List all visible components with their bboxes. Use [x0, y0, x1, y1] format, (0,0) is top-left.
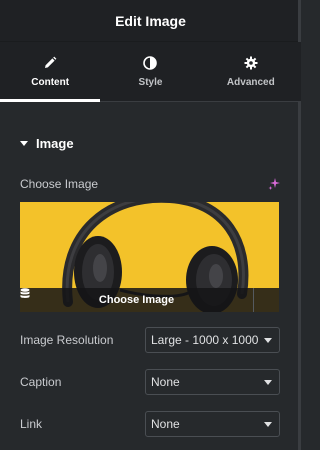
tab-content[interactable]: Content	[0, 42, 101, 102]
field-caption: Caption None	[20, 369, 280, 395]
caption-label: Caption	[20, 375, 62, 389]
panel-header: Edit Image	[0, 0, 301, 42]
panel-scroll-edge	[298, 102, 301, 450]
choose-image-label: Choose Image	[20, 177, 99, 191]
image-preview[interactable]: Choose Image	[20, 202, 279, 312]
panel-title: Edit Image	[115, 12, 186, 29]
link-value: None	[151, 417, 180, 431]
chevron-down-icon	[264, 338, 272, 343]
resolution-label: Image Resolution	[20, 333, 114, 347]
caret-down-icon	[20, 141, 28, 146]
resolution-select[interactable]: Large - 1000 x 1000	[145, 327, 280, 353]
tab-content-label: Content	[31, 77, 70, 88]
tab-style[interactable]: Style	[100, 42, 200, 101]
field-link: Link None	[20, 411, 280, 437]
database-icon[interactable]	[20, 288, 279, 312]
section-header-image[interactable]: Image	[20, 136, 74, 151]
half-circle-icon	[142, 55, 158, 71]
resolution-value: Large - 1000 x 1000	[151, 333, 259, 347]
header-edge	[298, 0, 301, 42]
pencil-icon	[42, 55, 58, 71]
sparkle-icon[interactable]	[267, 177, 281, 191]
gear-icon	[243, 55, 259, 71]
choose-image-button[interactable]: Choose Image	[20, 288, 253, 312]
chevron-down-icon	[264, 380, 272, 385]
tab-style-label: Style	[138, 77, 163, 88]
chevron-down-icon	[264, 422, 272, 427]
tab-bar: Content Style Advanced	[0, 42, 301, 102]
choose-image-bar: Choose Image	[20, 288, 279, 312]
field-image-resolution: Image Resolution Large - 1000 x 1000	[20, 327, 280, 353]
section-title: Image	[36, 136, 74, 151]
link-label: Link	[20, 417, 43, 431]
tab-advanced-label: Advanced	[226, 77, 275, 88]
link-select[interactable]: None	[145, 411, 280, 437]
tab-advanced[interactable]: Advanced	[201, 42, 301, 101]
caption-select[interactable]: None	[145, 369, 280, 395]
caption-value: None	[151, 375, 180, 389]
